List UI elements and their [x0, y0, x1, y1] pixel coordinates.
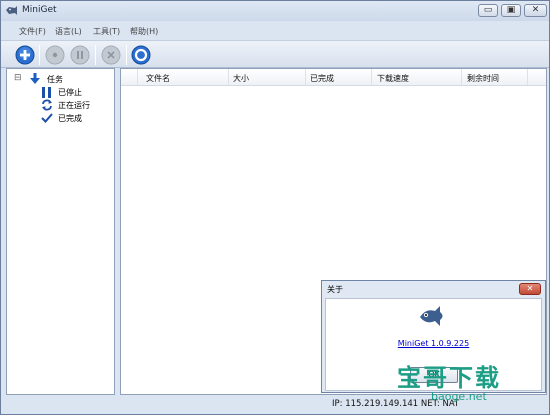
fish-logo-icon: [6, 6, 17, 15]
close-icon: ✕: [526, 284, 534, 293]
tree-item-label: 已停止: [58, 88, 82, 97]
dialog-close-button[interactable]: ✕: [519, 283, 541, 295]
column-header-completed[interactable]: 已完成: [310, 73, 334, 84]
app-window: MiniGet ▭ ▣ ✕ 文件(F) 语言(L) 工具(T) 帮助(H) ⊟ …: [0, 0, 550, 415]
tree-item-label: 已完成: [58, 114, 82, 123]
close-button[interactable]: ✕: [524, 4, 547, 17]
window-title: MiniGet: [22, 5, 57, 15]
column-divider: [461, 69, 462, 85]
toolbar-separator: [39, 45, 40, 65]
column-header-size[interactable]: 大小: [233, 73, 249, 84]
refresh-icon: [42, 99, 52, 111]
toolbar: [1, 40, 549, 68]
tree-item-running[interactable]: 正在运行: [41, 99, 111, 111]
checkmark-icon: [41, 113, 53, 123]
status-ip-text: IP: 115.219.149.141 NET: NAT: [332, 399, 460, 409]
record-icon[interactable]: [45, 45, 65, 65]
tree-item-completed[interactable]: 已完成: [41, 112, 111, 124]
collapse-icon[interactable]: ⊟: [14, 73, 22, 83]
add-icon[interactable]: [15, 45, 35, 65]
column-header-remaining[interactable]: 剩余时间: [467, 73, 499, 84]
menu-tools[interactable]: 工具(T): [93, 26, 120, 37]
column-divider: [137, 69, 138, 85]
download-arrow-icon: [30, 73, 40, 84]
maximize-icon: ▣: [506, 5, 516, 15]
tree-item-stopped[interactable]: 已停止: [41, 86, 111, 98]
fish-logo-icon: [420, 306, 443, 326]
toolbar-separator: [126, 45, 127, 65]
ok-button[interactable]: OK: [410, 367, 458, 383]
tree-item-label: 任务: [47, 75, 63, 84]
toolbar-separator: [95, 45, 96, 65]
list-header: 文件名 大小 已完成 下载速度 剩余时间: [121, 69, 546, 86]
title-bar[interactable]: MiniGet ▭ ▣ ✕: [1, 1, 549, 21]
column-divider: [371, 69, 372, 85]
cancel-icon[interactable]: [101, 45, 121, 65]
version-link[interactable]: MiniGet 1.0.9.225: [326, 339, 541, 348]
status-bar: IP: 115.219.149.141 NET: NAT: [1, 396, 549, 414]
pause-icon: [42, 87, 51, 98]
column-header-filename[interactable]: 文件名: [146, 73, 170, 84]
menu-file[interactable]: 文件(F): [19, 26, 46, 37]
task-tree: ⊟ 任务 已停止 正在运行 已完成: [6, 68, 115, 395]
tree-item-label: 正在运行: [58, 101, 90, 110]
settings-icon[interactable]: [131, 45, 151, 65]
column-divider: [305, 69, 306, 85]
minimize-button[interactable]: ▭: [478, 4, 498, 17]
tree-item-tasks[interactable]: ⊟ 任务: [12, 73, 112, 85]
about-dialog: 关于 ✕ MiniGet 1.0.9.225 OK: [321, 280, 546, 393]
dialog-title: 关于: [327, 285, 343, 294]
menu-help[interactable]: 帮助(H): [130, 26, 158, 37]
column-divider: [228, 69, 229, 85]
dialog-body: MiniGet 1.0.9.225 OK: [325, 298, 542, 391]
column-divider: [527, 69, 528, 85]
pause-icon[interactable]: [70, 45, 90, 65]
minimize-icon: ▭: [483, 5, 493, 15]
column-header-speed[interactable]: 下载速度: [377, 73, 409, 84]
menu-language[interactable]: 语言(L): [55, 26, 82, 37]
menu-bar: 文件(F) 语言(L) 工具(T) 帮助(H): [1, 22, 549, 39]
dialog-title-bar[interactable]: 关于 ✕: [322, 281, 545, 297]
close-icon: ✕: [531, 5, 540, 15]
maximize-button[interactable]: ▣: [501, 4, 521, 17]
